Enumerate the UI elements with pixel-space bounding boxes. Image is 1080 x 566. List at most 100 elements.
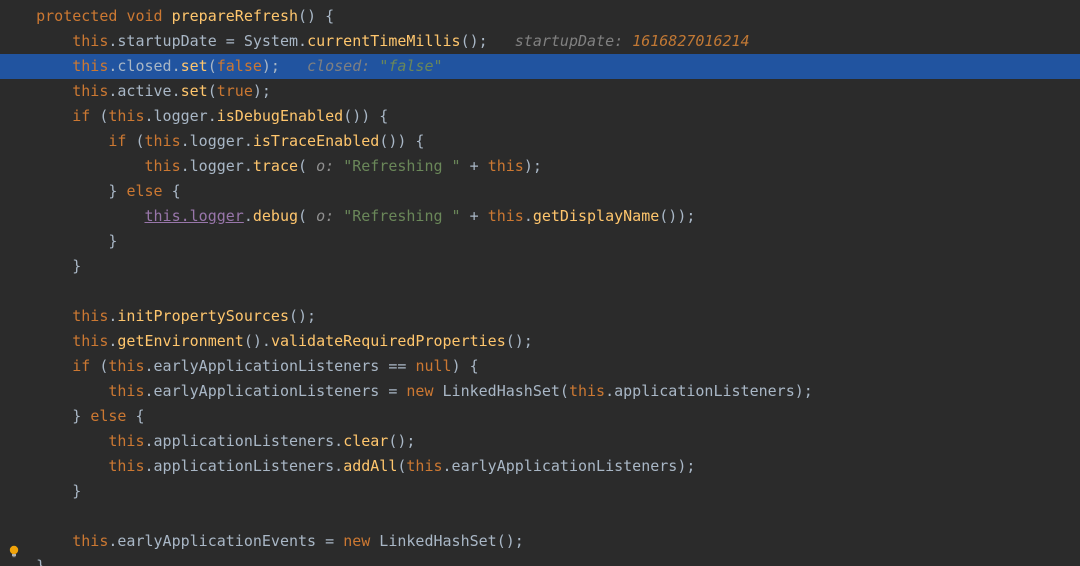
inline-debug-value: 1616827016214: [632, 32, 749, 50]
code-line[interactable]: this.getEnvironment().validateRequiredPr…: [0, 329, 1080, 354]
keyword-this: this: [406, 457, 442, 475]
method-call: trace: [253, 157, 298, 175]
punct: (: [298, 207, 316, 225]
punct: {: [126, 407, 144, 425]
method-call: initPropertySources: [117, 307, 289, 325]
keyword: false: [217, 57, 262, 75]
code-line[interactable]: }: [0, 479, 1080, 504]
keyword: new: [343, 532, 370, 550]
space: [163, 7, 172, 25]
punct: ();: [289, 307, 316, 325]
code-line[interactable]: if (this.logger.isDebugEnabled()) {: [0, 104, 1080, 129]
keyword-this: this: [72, 32, 108, 50]
punct: }: [72, 257, 81, 275]
text: .logger.: [181, 157, 253, 175]
punct: }: [108, 232, 117, 250]
code-line[interactable]: this.applicationListeners.clear();: [0, 429, 1080, 454]
indent: [0, 132, 108, 150]
code-line[interactable]: if (this.earlyApplicationListeners == nu…: [0, 354, 1080, 379]
keyword-this: this: [145, 157, 181, 175]
punct: (: [90, 107, 108, 125]
punct: );: [253, 82, 271, 100]
code-line[interactable]: protected void prepareRefresh() {: [0, 4, 1080, 29]
indent: [0, 332, 72, 350]
code-line[interactable]: this.active.set(true);: [0, 79, 1080, 104]
code-line[interactable]: this.earlyApplicationEvents = new Linked…: [0, 529, 1080, 554]
code-line[interactable]: this.logger.debug( o: "Refreshing " + th…: [0, 204, 1080, 229]
punct: (: [208, 57, 217, 75]
text: .earlyApplicationListeners =: [145, 382, 407, 400]
param-hint: o:: [316, 157, 343, 175]
indent: [0, 32, 72, 50]
method-call: validateRequiredProperties: [271, 332, 506, 350]
code-line[interactable]: if (this.logger.isTraceEnabled()) {: [0, 129, 1080, 154]
indent: [0, 82, 72, 100]
code-line[interactable]: this.logger.trace( o: "Refreshing " + th…: [0, 154, 1080, 179]
indent: [0, 157, 145, 175]
string-literal: "Refreshing ": [343, 207, 460, 225]
code-editor[interactable]: protected void prepareRefresh() { this.s…: [0, 0, 1080, 566]
field-reference[interactable]: this.logger: [145, 207, 244, 225]
keyword: true: [217, 82, 253, 100]
space: [488, 32, 515, 50]
code-line[interactable]: } else {: [0, 179, 1080, 204]
keyword-this: this: [72, 307, 108, 325]
keyword: if: [108, 132, 126, 150]
indent: [0, 207, 145, 225]
indent: [0, 307, 72, 325]
punct: }: [108, 182, 126, 200]
keyword: protected: [36, 7, 117, 25]
punct: {: [163, 182, 181, 200]
code-line[interactable]: this.initPropertySources();: [0, 304, 1080, 329]
keyword: null: [415, 357, 451, 375]
keyword: else: [126, 182, 162, 200]
keyword-this: this: [108, 382, 144, 400]
method-call: currentTimeMillis: [307, 32, 461, 50]
punct: }: [72, 482, 81, 500]
keyword: if: [72, 357, 90, 375]
punct: }: [72, 407, 90, 425]
indent: [0, 7, 36, 25]
code-line[interactable]: } else {: [0, 404, 1080, 429]
text: .applicationListeners);: [605, 382, 813, 400]
keyword-this: this: [72, 532, 108, 550]
keyword-this: this: [108, 432, 144, 450]
text: .applicationListeners.: [145, 432, 344, 450]
punct: ();: [506, 332, 533, 350]
punct: );: [262, 57, 280, 75]
indent: [0, 107, 72, 125]
operator: +: [461, 157, 488, 175]
text: .earlyApplicationListeners ==: [145, 357, 416, 375]
intention-bulb-icon[interactable]: [6, 544, 22, 560]
operator: +: [461, 207, 488, 225]
blank-line[interactable]: [0, 504, 1080, 529]
method-call: addAll: [343, 457, 397, 475]
text: .startupDate = System.: [108, 32, 307, 50]
code-line[interactable]: this.startupDate = System.currentTimeMil…: [0, 29, 1080, 54]
code-line[interactable]: }: [0, 254, 1080, 279]
method-name: prepareRefresh: [172, 7, 298, 25]
keyword-this: this: [108, 457, 144, 475]
punct: ) {: [452, 357, 479, 375]
text: .applicationListeners.: [145, 457, 344, 475]
keyword: else: [90, 407, 126, 425]
code-line[interactable]: this.earlyApplicationListeners = new Lin…: [0, 379, 1080, 404]
code-line[interactable]: }: [0, 554, 1080, 566]
space: [280, 57, 307, 75]
punct: }: [36, 557, 45, 566]
punct: ().: [244, 332, 271, 350]
blank-line[interactable]: [0, 279, 1080, 304]
punct: );: [524, 157, 542, 175]
keyword-this: this: [108, 357, 144, 375]
method-call: debug: [253, 207, 298, 225]
indent: [0, 482, 72, 500]
indent: [0, 382, 108, 400]
code-line[interactable]: }: [0, 229, 1080, 254]
punct: .: [524, 207, 533, 225]
keyword: void: [126, 7, 162, 25]
keyword: new: [406, 382, 433, 400]
text: .closed.: [108, 57, 180, 75]
code-line[interactable]: this.applicationListeners.addAll(this.ea…: [0, 454, 1080, 479]
current-exec-line[interactable]: this.closed.set(false); closed: "false": [0, 54, 1080, 79]
text: .active.: [108, 82, 180, 100]
